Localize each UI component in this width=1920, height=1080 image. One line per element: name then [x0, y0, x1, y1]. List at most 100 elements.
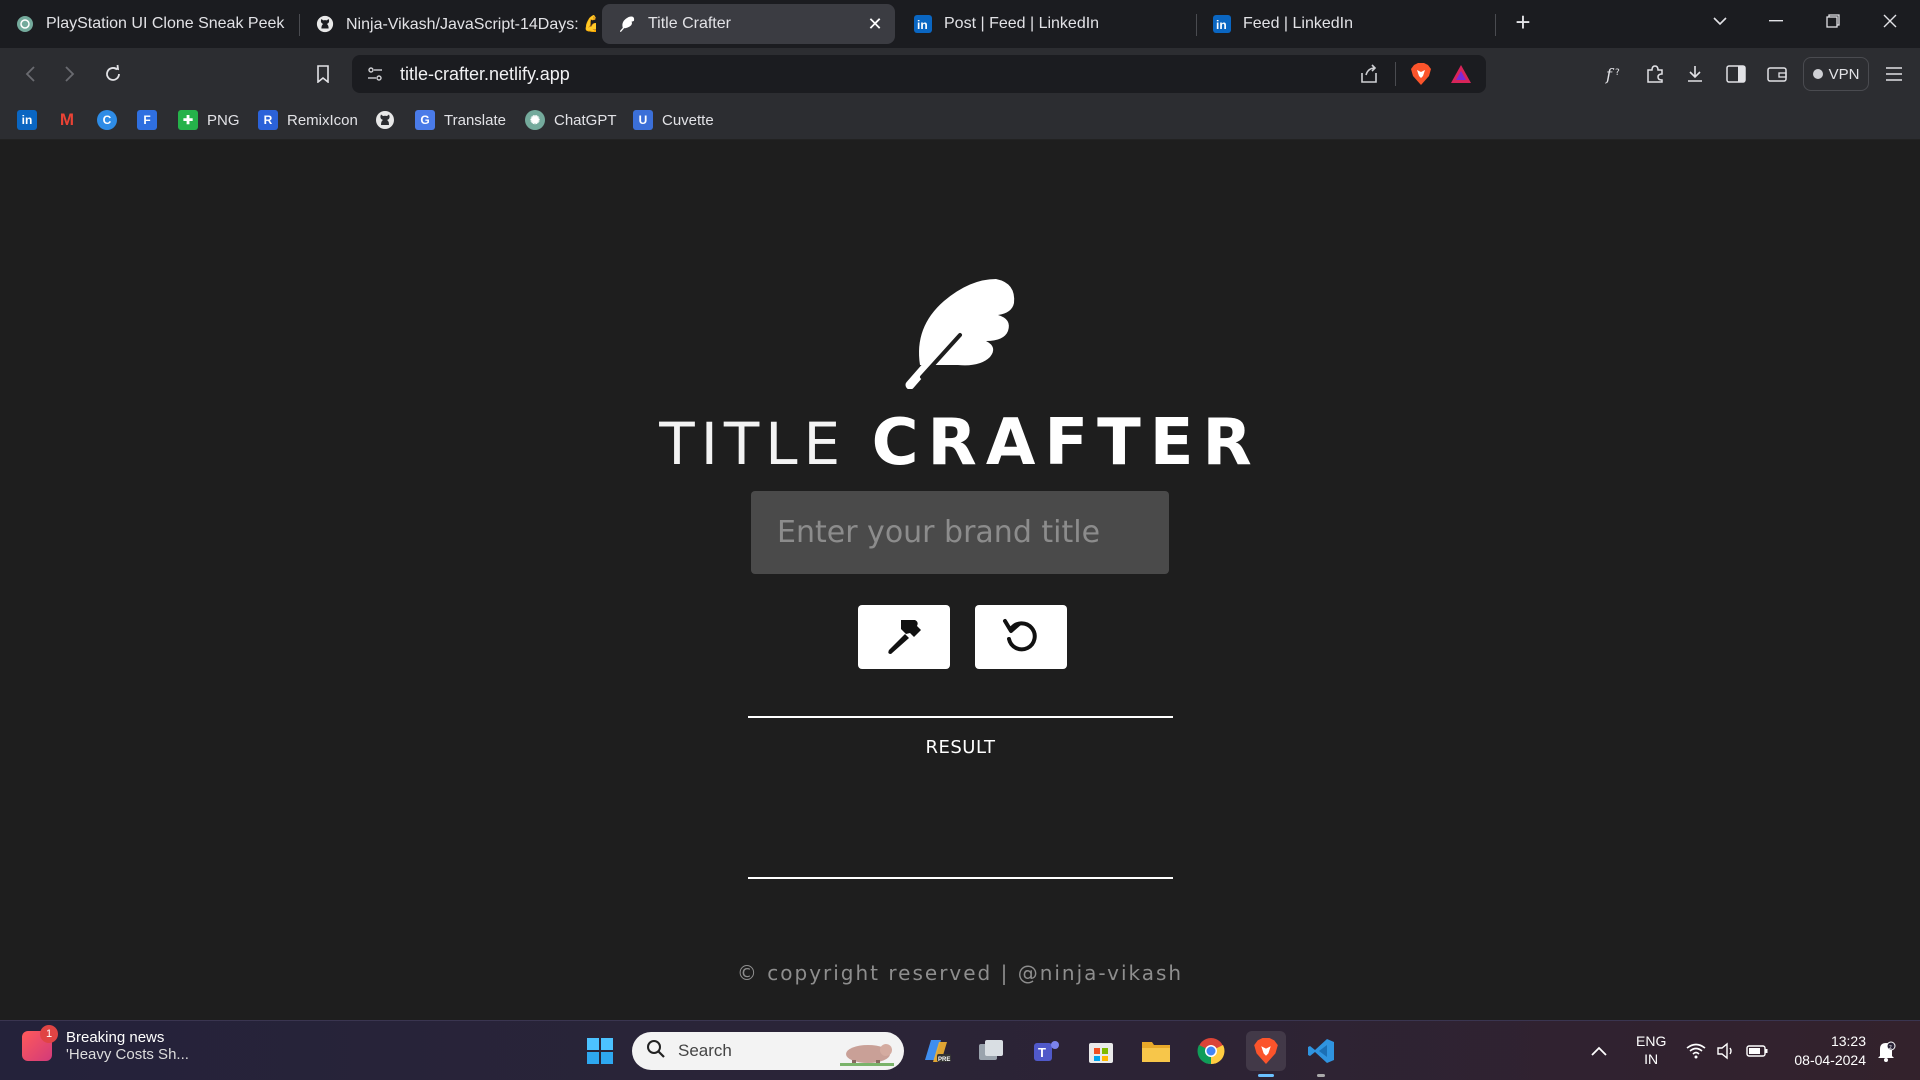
tab-title: Post | Feed | LinkedIn [944, 15, 1100, 32]
news-badge: 1 [40, 1025, 58, 1043]
url-text[interactable]: title-crafter.netlify.app [400, 64, 570, 85]
taskbar-search[interactable]: Search [632, 1032, 904, 1070]
battery-icon[interactable] [1746, 1021, 1768, 1080]
volume-icon[interactable] [1716, 1021, 1736, 1080]
teams-app-icon[interactable]: T [1026, 1031, 1066, 1071]
app-title-bold: CRAFTER [871, 406, 1261, 480]
forward-button[interactable] [54, 58, 86, 90]
extensions-icon[interactable] [1641, 60, 1669, 88]
bookmark-png[interactable]: ✚ PNG [178, 108, 240, 132]
omnibox-divider [1395, 62, 1396, 86]
tab-search-chevron-icon[interactable] [1700, 6, 1740, 36]
svg-text:PRE: PRE [938, 1057, 950, 1063]
brand-title-input[interactable] [751, 491, 1169, 574]
search-highlight-icon [840, 1038, 894, 1071]
start-button[interactable] [580, 1031, 620, 1071]
site-settings-icon[interactable] [366, 65, 384, 88]
restore-button[interactable] [1813, 6, 1853, 36]
linkedin-icon: in [17, 110, 37, 130]
svg-text:in: in [917, 18, 928, 32]
github-icon [316, 15, 334, 33]
lang-top: ENG [1636, 1033, 1667, 1049]
vpn-status-icon [1812, 69, 1823, 79]
gmail-icon: M [59, 110, 75, 129]
running-indicator [1317, 1074, 1325, 1077]
news-widget[interactable]: 1 Breaking news 'Heavy Costs Sh... [22, 1025, 189, 1063]
browser-toolbar: title-crafter.netlify.app f? VPN [0, 48, 1920, 100]
bookmark-github[interactable] [375, 108, 395, 132]
svg-text:?: ? [1615, 68, 1620, 78]
tab-playstation[interactable]: PlayStation UI Clone Sneak Peek [0, 4, 296, 44]
svg-text:in: in [1216, 18, 1227, 32]
new-tab-button[interactable]: + [1510, 9, 1536, 36]
forms-icon: F [137, 110, 157, 130]
bookmark-translate[interactable]: G Translate [415, 108, 506, 132]
bookmark-remixicon[interactable]: R RemixIcon [258, 108, 358, 132]
feather-icon [618, 15, 636, 33]
tab-github[interactable]: Ninja-Vikash/JavaScript-14Days: 💪 [300, 4, 596, 44]
tab-title: Title Crafter [648, 15, 731, 32]
vpn-button[interactable]: VPN [1803, 57, 1869, 91]
tab-linkedin-feed[interactable]: in Feed | LinkedIn [1197, 4, 1493, 44]
linkedin-icon: in [1213, 15, 1231, 33]
news-icon: 1 [22, 1025, 58, 1061]
reset-button[interactable] [975, 605, 1067, 669]
lang-bottom: IN [1644, 1051, 1659, 1067]
notification-bell-icon[interactable]: z [1876, 1021, 1896, 1080]
reader-mode-icon[interactable]: f? [1601, 60, 1629, 88]
language-indicator[interactable]: ENG IN [1636, 1032, 1666, 1068]
result-bottom-divider [748, 877, 1173, 879]
generate-button[interactable] [858, 605, 950, 669]
svg-text:T: T [1038, 1045, 1046, 1060]
back-button[interactable] [14, 58, 46, 90]
bookmark-forms[interactable]: F [137, 108, 157, 132]
reset-icon [1001, 615, 1041, 660]
running-indicator [1258, 1074, 1274, 1077]
brave-rewards-icon[interactable] [1450, 64, 1472, 89]
bookmark-icon[interactable] [307, 58, 339, 90]
store-app-icon[interactable] [1081, 1031, 1121, 1071]
minimize-button[interactable] [1756, 6, 1796, 36]
wifi-icon[interactable] [1686, 1021, 1706, 1080]
bookmark-label: Cuvette [662, 111, 714, 129]
system-clock[interactable]: 13:23 08-04-2024 [1788, 1032, 1866, 1070]
result-section: RESULT [748, 737, 1173, 778]
file-explorer-icon[interactable] [1136, 1031, 1176, 1071]
menu-icon[interactable] [1880, 60, 1908, 88]
feather-logo-icon [900, 277, 1020, 390]
search-label: Search [678, 1041, 732, 1060]
brave-app-icon[interactable] [1246, 1031, 1286, 1077]
reload-button[interactable] [97, 58, 129, 90]
svg-text:z: z [1889, 1045, 1892, 1051]
bookmark-label: RemixIcon [287, 111, 358, 129]
bookmark-cuvette[interactable]: U Cuvette [633, 108, 714, 132]
wallet-icon[interactable] [1763, 60, 1791, 88]
download-icon[interactable] [1681, 60, 1709, 88]
bookmark-gmail[interactable]: M [57, 108, 77, 132]
bookmark-canva[interactable]: C [97, 108, 117, 132]
share-icon[interactable] [1358, 63, 1380, 90]
page-content: TITLE CRAFTER RESULT [0, 141, 1920, 1020]
tab-linkedin-post[interactable]: in Post | Feed | LinkedIn [898, 4, 1194, 44]
tab-title: Ninja-Vikash/JavaScript-14Days: 💪 [346, 16, 596, 33]
task-view-icon[interactable] [971, 1031, 1011, 1071]
hammer-icon [881, 612, 927, 663]
close-tab-icon[interactable]: ✕ [865, 14, 885, 34]
svg-text:f: f [1605, 65, 1615, 84]
clock-date: 08-04-2024 [1794, 1052, 1866, 1068]
vscode-app-icon[interactable] [1301, 1031, 1341, 1077]
sidebar-toggle-icon[interactable] [1722, 60, 1750, 88]
app-title: TITLE CRAFTER [0, 403, 1920, 480]
tab-title-crafter[interactable]: Title Crafter ✕ [602, 4, 895, 44]
brave-shields-icon[interactable] [1410, 62, 1432, 91]
chrome-app-icon[interactable] [1191, 1031, 1231, 1071]
copilot-app-icon[interactable]: PRE [916, 1031, 956, 1071]
bookmark-linkedin[interactable]: in [17, 108, 37, 132]
close-window-button[interactable] [1870, 6, 1910, 36]
bookmark-chatgpt[interactable]: ✺ ChatGPT [525, 108, 617, 132]
bookmark-label: ChatGPT [554, 111, 617, 129]
result-top-divider [748, 716, 1173, 718]
address-bar[interactable]: title-crafter.netlify.app [352, 55, 1486, 93]
cuvette-icon: U [633, 110, 653, 130]
show-hidden-icons-chevron[interactable] [1590, 1021, 1608, 1080]
